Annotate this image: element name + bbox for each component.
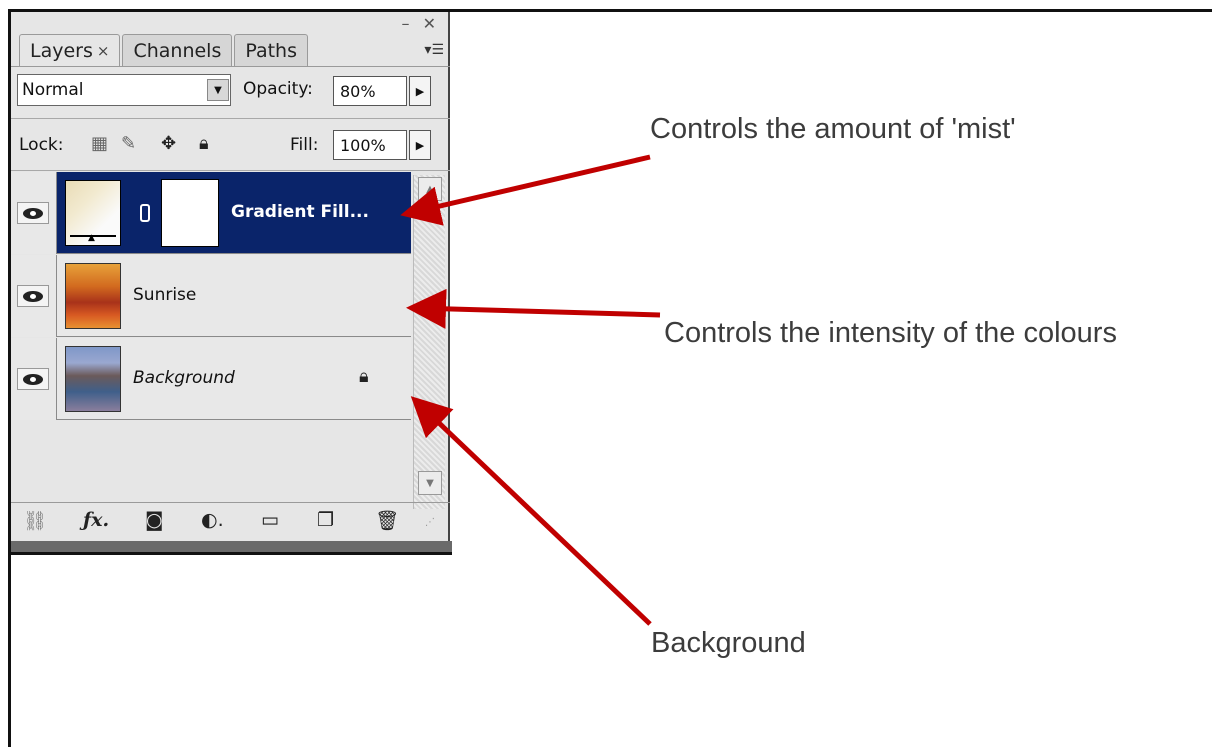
annotation-background: Background: [651, 627, 806, 659]
annotation-arrows: [400, 154, 661, 626]
arrow-to-sunrise: [406, 288, 661, 329]
arrow-to-background: [410, 396, 652, 626]
arrow-to-gradient-fill: [400, 154, 651, 226]
annotation-colours: Controls the intensity of the colours: [664, 317, 1117, 349]
annotation-mist: Controls the amount of 'mist': [650, 113, 1016, 145]
